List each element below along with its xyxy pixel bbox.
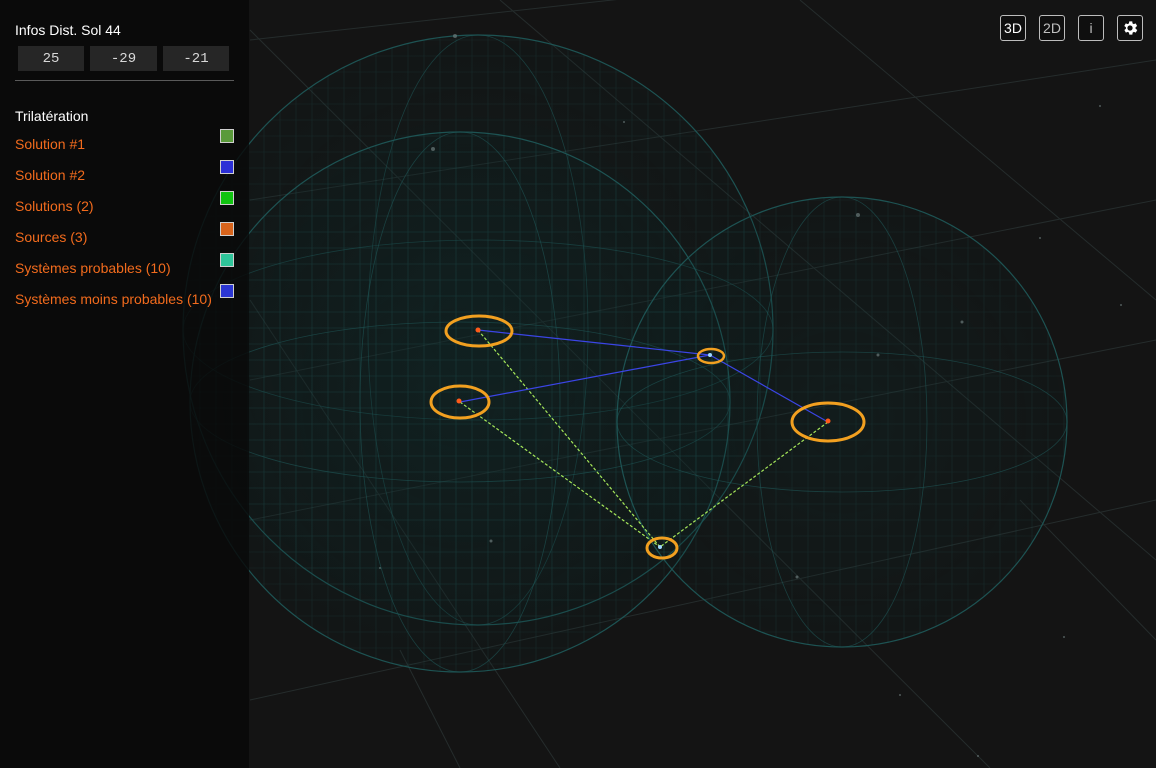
legend-label[interactable]: Systèmes probables (10): [15, 260, 171, 276]
legend-item-sources[interactable]: Sources (3): [15, 222, 235, 253]
divider: [15, 80, 234, 81]
color-swatch[interactable]: [220, 284, 234, 298]
view-3d-button[interactable]: 3D: [1000, 15, 1026, 41]
legend-label[interactable]: Solution #2: [15, 167, 85, 183]
info-panel: Infos Dist. Sol 44 25 -29 -21 Trilatérat…: [0, 0, 249, 768]
legend-item-probable-systems[interactable]: Systèmes probables (10): [15, 253, 235, 284]
settings-button[interactable]: [1117, 15, 1143, 41]
coord-z: -21: [163, 46, 229, 71]
legend-item-solutions[interactable]: Solutions (2): [15, 191, 235, 222]
view-2d-button[interactable]: 2D: [1039, 15, 1065, 41]
legend-item-less-probable-systems[interactable]: Systèmes moins probables (10): [15, 284, 235, 315]
legend-label[interactable]: Solution #1: [15, 136, 85, 152]
distance-spheres: [182, 34, 1068, 673]
coordinate-fields: 25 -29 -21: [18, 46, 229, 71]
color-swatch[interactable]: [220, 191, 234, 205]
sphere-3: [616, 196, 1068, 648]
legend-item-solution-1[interactable]: Solution #1: [15, 129, 235, 160]
color-swatch[interactable]: [220, 129, 234, 143]
color-swatch[interactable]: [220, 222, 234, 236]
legend-label[interactable]: Sources (3): [15, 229, 87, 245]
info-title: Infos Dist. Sol 44: [15, 22, 121, 38]
gear-icon: [1121, 19, 1139, 37]
trilateration-legend: Solution #1 Solution #2 Solutions (2) So…: [15, 129, 235, 315]
coord-y: -29: [90, 46, 157, 71]
legend-label[interactable]: Systèmes moins probables (10): [15, 291, 212, 307]
color-swatch[interactable]: [220, 160, 234, 174]
trilateration-title: Trilatération: [15, 108, 89, 124]
color-swatch[interactable]: [220, 253, 234, 267]
view-toolbar: 3D 2D i: [1000, 15, 1143, 41]
coord-x: 25: [18, 46, 84, 71]
info-button[interactable]: i: [1078, 15, 1104, 41]
legend-label[interactable]: Solutions (2): [15, 198, 94, 214]
legend-item-solution-2[interactable]: Solution #2: [15, 160, 235, 191]
